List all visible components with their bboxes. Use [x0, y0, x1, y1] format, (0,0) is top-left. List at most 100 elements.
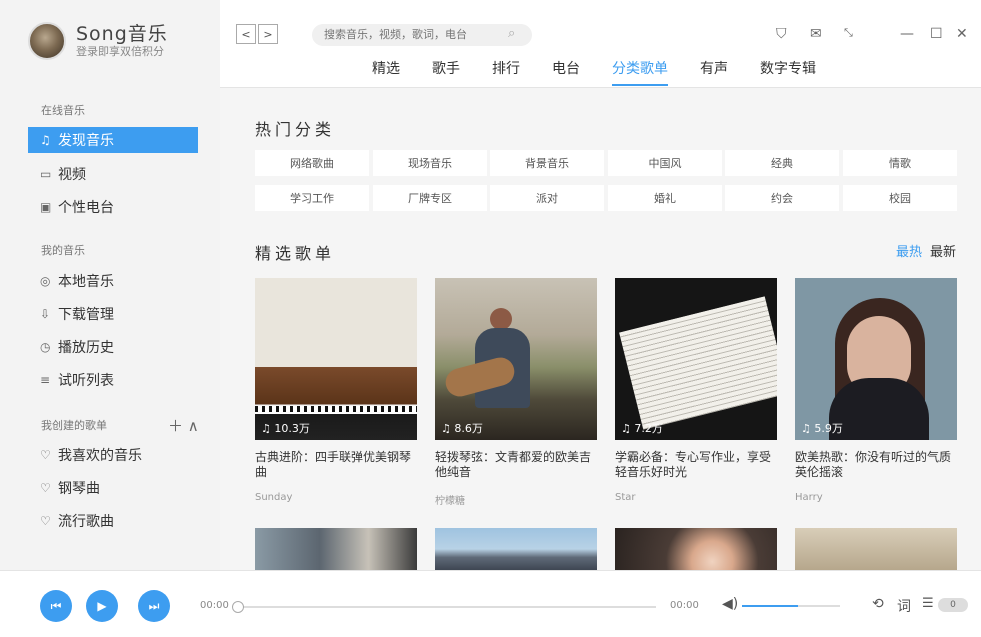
playlist-author[interactable]: Sunday — [255, 492, 417, 503]
playlist-title[interactable]: 欧美热歌：你没有听过的气质英伦摇滚 — [795, 450, 957, 480]
section-created-title: 我创建的歌单 — [41, 419, 107, 432]
search-icon[interactable]: ⌕ — [508, 26, 515, 41]
repeat-icon[interactable]: ⟲ — [872, 596, 884, 612]
category-tag[interactable]: 背景音乐 — [490, 150, 604, 176]
history-icon: ◷ — [40, 340, 51, 354]
playlist-title[interactable]: 轻拨琴弦：文青都爱的欧美吉他纯音 — [435, 450, 597, 480]
play-count: ♫ 8.6万 — [441, 422, 483, 435]
video-icon: ▭ — [40, 167, 52, 181]
section-online-title: 在线音乐 — [41, 104, 85, 117]
playlist-cover-image[interactable]: ♫ 5.9万 — [795, 278, 957, 440]
forward-button[interactable]: > — [258, 24, 278, 44]
minimize-icon[interactable]: — — [900, 26, 914, 42]
sidebar-item-discover[interactable]: ♫ 发现音乐 — [28, 127, 198, 153]
top-bar: < > ⌕ 精选 歌手 排行 电台 分类歌单 有声 数字专辑 ⛉ ✉ ⤡ — ☐… — [220, 0, 981, 88]
sidebar-item-local[interactable]: ◎ 本地音乐 — [28, 268, 198, 294]
tab-featured[interactable]: 精选 — [372, 58, 400, 86]
maximize-icon[interactable]: ☐ — [930, 26, 943, 42]
playlist-cover-image[interactable]: ♫ 8.6万 — [435, 278, 597, 440]
category-tag[interactable]: 中国风 — [608, 150, 722, 176]
sidebar-item-pop[interactable]: ♡ 流行歌曲 — [28, 508, 198, 534]
search-input[interactable] — [312, 24, 532, 46]
download-icon: ⇩ — [40, 307, 51, 321]
tab-playlist-categories[interactable]: 分类歌单 — [612, 58, 668, 86]
playlist-author[interactable]: Star — [615, 492, 777, 503]
previous-button[interactable]: ⏮ — [40, 590, 72, 622]
playlist-title[interactable]: 古典进阶：四手联弹优美钢琴曲 — [255, 450, 417, 480]
category-tag[interactable]: 派对 — [490, 185, 604, 211]
progress-track[interactable] — [236, 606, 656, 608]
sidebar-item-video[interactable]: ▭ 视频 — [28, 161, 198, 187]
playlist-card[interactable]: ♫ 10.3万 古典进阶：四手联弹优美钢琴曲 Sunday — [255, 278, 417, 503]
tab-singers[interactable]: 歌手 — [432, 58, 460, 86]
sidebar-item-favorites[interactable]: ♡ 我喜欢的音乐 — [28, 442, 198, 468]
brand-name: Song音乐 — [76, 23, 168, 45]
play-button[interactable]: ▶ — [86, 590, 118, 622]
category-tag[interactable]: 网络歌曲 — [255, 150, 369, 176]
sidebar-item-history[interactable]: ◷ 播放历史 — [28, 334, 198, 360]
heart-icon: ♡ — [40, 481, 51, 495]
category-tag[interactable]: 情歌 — [843, 150, 957, 176]
playlist-cover-image[interactable] — [615, 528, 777, 570]
back-button[interactable]: < — [236, 24, 256, 44]
main-tabs: 精选 歌手 排行 电台 分类歌单 有声 数字专辑 — [372, 58, 848, 86]
play-count: ♫ 10.3万 — [261, 422, 310, 435]
brand[interactable]: Song音乐 登录即享双倍积分 — [28, 22, 168, 60]
skin-icon[interactable]: ⛉ — [776, 26, 787, 42]
category-tag[interactable]: 经典 — [725, 150, 839, 176]
list-icon: ≡ — [40, 373, 51, 387]
playlist-card[interactable]: ♫ 8.6万 轻拨琴弦：文青都爱的欧美吉他纯音 柠檬糖 — [435, 278, 597, 507]
current-time: 00:00 — [200, 600, 229, 611]
progress-handle[interactable] — [232, 601, 244, 613]
lyrics-button[interactable]: 词 — [897, 596, 911, 616]
playlist-cover-image[interactable]: ♫ 7.2万 — [615, 278, 777, 440]
category-tag[interactable]: 约会 — [725, 185, 839, 211]
sidebar-item-trial-list[interactable]: ≡ 试听列表 — [28, 367, 198, 393]
category-tag[interactable]: 校园 — [843, 185, 957, 211]
player-bar: ⏮ ▶ ⏭ 00:00 00:00 ◀) ⟲ 词 ☰ 0 — [0, 570, 981, 637]
tab-digital-albums[interactable]: 数字专辑 — [760, 58, 816, 86]
volume-icon[interactable]: ◀) — [722, 596, 738, 612]
sidebar-item-download[interactable]: ⇩ 下载管理 — [28, 301, 198, 327]
queue-count-badge[interactable]: 0 — [938, 598, 968, 612]
category-tag[interactable]: 现场音乐 — [373, 150, 487, 176]
playlist-cover-image[interactable]: ♫ 10.3万 — [255, 278, 417, 440]
sidebar-item-piano[interactable]: ♡ 钢琴曲 — [28, 475, 198, 501]
hot-categories-title: 热门分类 — [255, 120, 336, 139]
disc-icon: ◎ — [40, 274, 51, 288]
playlist-author[interactable]: Harry — [795, 492, 957, 503]
play-count: ♫ 5.9万 — [801, 422, 843, 435]
queue-icon[interactable]: ☰ — [922, 596, 934, 611]
sidebar-item-radio[interactable]: ▣ 个性电台 — [28, 194, 198, 220]
playlist-cover-image[interactable] — [795, 528, 957, 570]
sidebar: Song音乐 登录即享双倍积分 在线音乐 ♫ 发现音乐 ▭ 视频 ▣ 个性电台 我的音… — [0, 0, 220, 570]
next-button[interactable]: ⏭ — [138, 590, 170, 622]
mini-mode-icon[interactable]: ⤡ — [844, 26, 853, 40]
radio-icon: ▣ — [40, 200, 52, 214]
category-tag[interactable]: 学习工作 — [255, 185, 369, 211]
playlist-cover-image[interactable] — [255, 528, 417, 570]
heart-icon: ♡ — [40, 448, 51, 462]
tab-radio[interactable]: 电台 — [552, 58, 580, 86]
tab-audio[interactable]: 有声 — [700, 58, 728, 86]
login-hint[interactable]: 登录即享双倍积分 — [76, 45, 168, 59]
volume-slider[interactable] — [742, 605, 840, 607]
add-playlist-icon[interactable]: ＋ ∧ — [168, 415, 199, 436]
play-count: ♫ 7.2万 — [621, 422, 663, 435]
sort-hot-button[interactable]: 最热 — [896, 241, 922, 260]
sort-new-button[interactable]: 最新 — [930, 241, 956, 260]
category-tag[interactable]: 厂牌专区 — [373, 185, 487, 211]
category-tag[interactable]: 婚礼 — [608, 185, 722, 211]
featured-playlists-title: 精选歌单 — [255, 244, 336, 263]
playlist-card[interactable]: ♫ 5.9万 欧美热歌：你没有听过的气质英伦摇滚 Harry — [795, 278, 957, 503]
headphone-icon: ♫ — [40, 133, 51, 147]
section-mine-title: 我的音乐 — [41, 244, 85, 257]
playlist-title[interactable]: 学霸必备：专心写作业，享受轻音乐好时光 — [615, 450, 777, 480]
total-time: 00:00 — [670, 600, 699, 611]
playlist-cover-image[interactable] — [435, 528, 597, 570]
playlist-card[interactable]: ♫ 7.2万 学霸必备：专心写作业，享受轻音乐好时光 Star — [615, 278, 777, 503]
playlist-author[interactable]: 柠檬糖 — [435, 492, 597, 507]
close-icon[interactable]: ✕ — [956, 26, 968, 42]
tab-charts[interactable]: 排行 — [492, 58, 520, 86]
mail-icon[interactable]: ✉ — [810, 26, 822, 42]
